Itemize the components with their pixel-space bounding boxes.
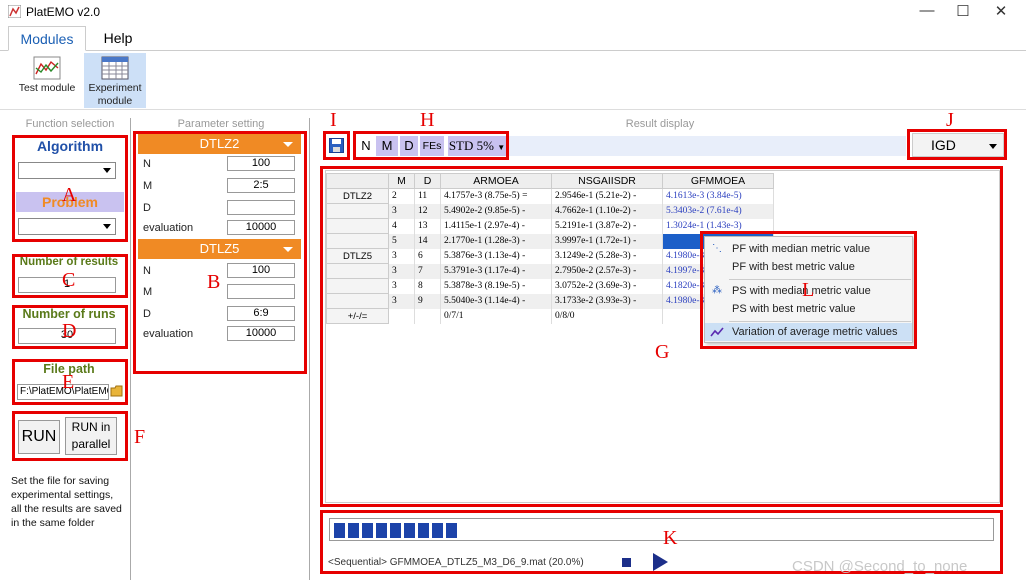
separator: [309, 118, 310, 580]
annotation-box-f: [12, 411, 128, 461]
annotation-box-h: [353, 131, 509, 160]
tab-modules[interactable]: Modules: [8, 26, 86, 51]
annotation-letter-a: A: [62, 184, 77, 206]
ribbon: Test module Experiment module: [0, 52, 1026, 110]
close-button[interactable]: ✕: [986, 2, 1016, 20]
experiment-module-label: Experiment module: [88, 82, 142, 107]
annotation-box-i: [323, 131, 350, 160]
tab-help[interactable]: Help: [92, 26, 144, 51]
annotation-box-b: [133, 131, 307, 374]
annotation-letter-g: G: [655, 341, 670, 363]
annotation-letter-e: E: [62, 371, 75, 393]
annotation-box-j: [907, 129, 1007, 160]
annotation-letter-h: H: [420, 109, 435, 131]
parameter-setting-title: Parameter setting: [177, 118, 265, 130]
annotation-letter-k: K: [663, 527, 678, 549]
annotation-letter-c: C: [62, 269, 76, 291]
annotation-letter-j: J: [946, 109, 954, 131]
annotation-letter-l: L: [802, 279, 815, 301]
window-title: PlatEMO v2.0: [26, 5, 101, 19]
test-module-label: Test module: [18, 82, 76, 94]
chart-icon: [33, 56, 61, 80]
table-icon: [101, 56, 129, 80]
test-module-button[interactable]: Test module: [16, 53, 78, 108]
app-icon: [7, 4, 22, 19]
toolbar-strip: [508, 136, 906, 156]
menu-tabs: Modules Help: [0, 26, 1026, 51]
separator: [130, 118, 131, 580]
annotation-letter-b: B: [207, 271, 221, 293]
title-bar: PlatEMO v2.0 — ☐ ✕: [0, 0, 1026, 24]
experiment-module-button[interactable]: Experiment module: [84, 53, 146, 108]
function-selection-title: Function selection: [25, 118, 115, 130]
annotation-letter-f: F: [134, 426, 146, 448]
annotation-letter-i: I: [330, 109, 337, 131]
minimize-button[interactable]: —: [912, 2, 942, 19]
maximize-button[interactable]: ☐: [948, 2, 978, 20]
watermark: CSDN @Second_to_none: [792, 558, 968, 575]
annotation-letter-d: D: [62, 320, 77, 342]
help-text: Set the file for saving experimental set…: [11, 475, 122, 529]
